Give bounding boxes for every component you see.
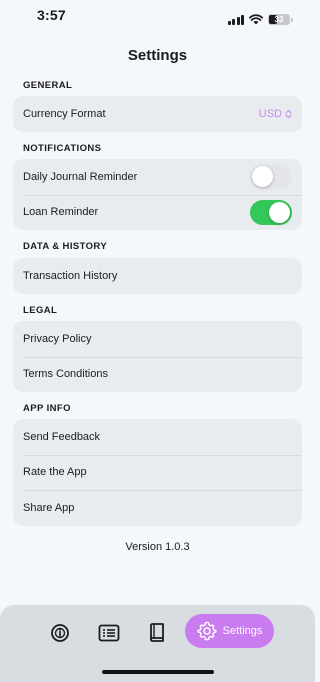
send-feedback-row[interactable]: Send Feedback	[13, 419, 302, 455]
notifications-group: Daily Journal Reminder Loan Reminder	[13, 159, 302, 230]
currency-format-row[interactable]: Currency Format USD	[13, 96, 302, 132]
home-indicator	[102, 670, 214, 674]
section-header-app-info: APP INFO	[23, 403, 71, 414]
battery-level: 33	[274, 15, 284, 24]
tab-settings-label: Settings	[222, 625, 263, 637]
daily-journal-reminder-toggle[interactable]	[250, 164, 292, 190]
share-app-label: Share App	[23, 501, 75, 514]
general-group: Currency Format USD	[13, 96, 302, 132]
status-bar: 3:57 33	[0, 0, 315, 40]
terms-conditions-label: Terms Conditions	[23, 368, 108, 381]
currency-value: USD	[258, 107, 282, 120]
loan-reminder-toggle[interactable]	[250, 199, 292, 225]
status-time: 3:57	[37, 7, 66, 23]
loan-reminder-label: Loan Reminder	[23, 206, 99, 219]
tab-settings[interactable]: Settings	[185, 614, 274, 648]
legal-group: Privacy Policy Terms Conditions	[13, 321, 302, 392]
info-icon	[51, 624, 69, 642]
rate-app-row[interactable]: Rate the App	[13, 454, 302, 491]
transaction-history-row[interactable]: Transaction History	[13, 258, 302, 294]
currency-select[interactable]: USD	[259, 108, 292, 120]
send-feedback-label: Send Feedback	[23, 430, 101, 443]
status-icons: 33	[227, 14, 293, 25]
section-header-general: GENERAL	[23, 80, 73, 91]
page-title: Settings	[127, 47, 188, 64]
daily-journal-reminder-row: Daily Journal Reminder	[13, 159, 302, 195]
app-info-group: Send Feedback Rate the App Share App	[13, 419, 302, 526]
wifi-icon	[249, 14, 263, 25]
tab-journal[interactable]	[146, 622, 168, 644]
section-header-data-history: DATA & HISTORY	[23, 241, 108, 252]
privacy-policy-label: Privacy Policy	[23, 332, 92, 345]
settings-screen: 3:57 33 Settings GENERAL Currency Format…	[0, 0, 315, 682]
currency-format-label: Currency Format	[23, 107, 106, 120]
battery-icon: 33	[268, 14, 293, 25]
tab-info[interactable]	[49, 622, 71, 644]
version-text: Version 1.0.3	[125, 541, 190, 553]
gear-icon	[197, 621, 217, 641]
section-header-notifications: NOTIFICATIONS	[23, 143, 102, 154]
transaction-history-label: Transaction History	[23, 269, 118, 282]
terms-conditions-row[interactable]: Terms Conditions	[13, 356, 302, 393]
section-header-legal: LEGAL	[23, 305, 58, 316]
chevron-updown-icon	[285, 109, 292, 118]
privacy-policy-row[interactable]: Privacy Policy	[13, 321, 302, 357]
signal-icon	[227, 14, 244, 25]
tab-transactions[interactable]	[98, 622, 120, 644]
daily-journal-reminder-label: Daily Journal Reminder	[23, 170, 138, 183]
list-icon	[98, 624, 120, 642]
loan-reminder-row: Loan Reminder	[13, 194, 302, 231]
rate-app-label: Rate the App	[23, 466, 87, 479]
share-app-row[interactable]: Share App	[13, 490, 302, 526]
book-icon	[150, 623, 164, 642]
data-history-group: Transaction History	[13, 258, 302, 294]
